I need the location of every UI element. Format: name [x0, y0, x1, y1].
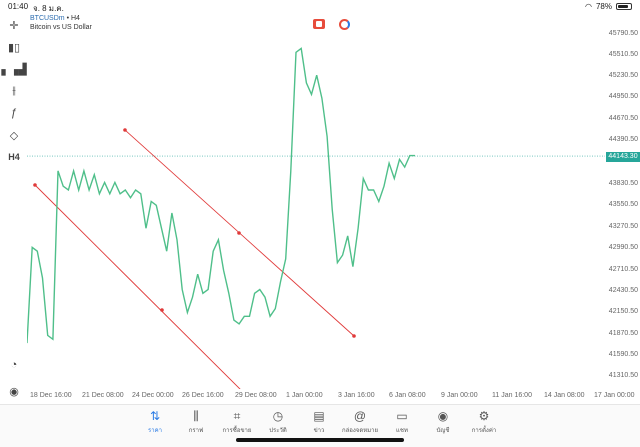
- price-line: [27, 47, 415, 344]
- trade-icon: ⌗: [233, 409, 241, 423]
- tab-trade[interactable]: ⌗ การซื้อขาย: [217, 409, 257, 439]
- time-label: 29 Dec 08:00: [235, 392, 277, 399]
- tab-label: ข่าว: [313, 428, 325, 434]
- trendline-anchor[interactable]: [352, 334, 356, 338]
- current-price-tag: 44143.30: [606, 152, 640, 162]
- price-chart[interactable]: [27, 14, 605, 389]
- price-label: 43830.50: [608, 180, 638, 187]
- tab-quotes[interactable]: ⇅ ราคา: [135, 409, 175, 439]
- tab-history[interactable]: ◷ ประวัติ: [258, 409, 298, 439]
- price-label: 42990.50: [608, 244, 638, 251]
- status-bar: 01:40 จ. 8 ม.ค. ◠ 78%: [0, 0, 640, 13]
- trendline-anchor[interactable]: [160, 308, 164, 312]
- price-label: 45510.50: [608, 51, 638, 58]
- price-label: 41870.50: [608, 330, 638, 337]
- price-label: 44950.50: [608, 93, 638, 100]
- price-label: 41590.50: [608, 351, 638, 358]
- tab-settings[interactable]: ⚙ การตั้งค่า: [464, 409, 504, 439]
- tab-chart[interactable]: ⫼ กราฟ: [176, 409, 216, 439]
- time-label: 14 Jan 08:00: [544, 392, 585, 399]
- status-right: ◠ 78%: [585, 2, 632, 11]
- tab-label: กล่องจดหมาย: [341, 428, 379, 434]
- price-label: 43270.50: [608, 223, 638, 230]
- price-label: 44670.50: [608, 115, 638, 122]
- wifi-icon: ◠: [585, 2, 592, 11]
- price-label: 45230.50: [608, 72, 638, 79]
- price-label: 42710.50: [608, 266, 638, 273]
- trendlines[interactable]: [33, 128, 356, 389]
- time-label: 24 Dec 00:00: [132, 392, 174, 399]
- trendline-anchor[interactable]: [237, 231, 241, 235]
- trade-panel-icon[interactable]: ◉: [5, 382, 23, 400]
- indicators-icon[interactable]: ▖▗▟: [1, 60, 26, 78]
- history-icon: ◷: [272, 409, 284, 423]
- time-label: 6 Jan 08:00: [389, 392, 426, 399]
- tab-mailbox[interactable]: @ กล่องจดหมาย: [340, 409, 380, 439]
- mailbox-icon: @: [353, 409, 367, 423]
- price-label: 45790.50: [608, 30, 638, 37]
- time-label: 3 Jan 16:00: [338, 392, 375, 399]
- left-toolbar: ✛ ▮▯ ▖▗▟ ⫲ ƒ ◇ H4 ◔ ◉: [0, 14, 27, 404]
- time-label: 26 Dec 16:00: [182, 392, 224, 399]
- account-icon: ◉: [437, 409, 449, 423]
- price-label: 43550.50: [608, 201, 638, 208]
- time-label: 1 Jan 00:00: [286, 392, 323, 399]
- tab-label: แชท: [396, 428, 408, 434]
- timeframe-button[interactable]: H4: [5, 148, 23, 166]
- battery-icon: [616, 3, 632, 10]
- battery-label: 78%: [595, 2, 612, 11]
- tab-label: การตั้งค่า: [471, 428, 497, 434]
- chat-icon: ▭: [396, 409, 408, 423]
- price-label: 41310.50: [608, 372, 638, 379]
- status-time: 01:40: [8, 2, 29, 11]
- time-axis: 18 Dec 16:00 21 Dec 08:00 24 Dec 00:00 26 D…: [27, 392, 634, 402]
- time-label: 11 Jan 16:00: [492, 392, 532, 399]
- tab-account[interactable]: ◉ บัญชี: [423, 409, 463, 439]
- time-label: 18 Dec 16:00: [30, 392, 72, 399]
- tab-chat[interactable]: ▭ แชท: [382, 409, 422, 439]
- time-label: 21 Dec 08:00: [82, 392, 124, 399]
- settings-icon: ⚙: [478, 409, 490, 423]
- quotes-icon: ⇅: [149, 409, 161, 423]
- shapes-icon[interactable]: ◇: [5, 126, 23, 144]
- tab-label: ราคา: [148, 428, 162, 434]
- price-label: 42150.50: [608, 308, 638, 315]
- tab-label: ประวัติ: [269, 428, 287, 434]
- home-indicator: [236, 438, 404, 442]
- trendline-anchor[interactable]: [123, 128, 127, 132]
- tab-label: บัญชี: [436, 428, 450, 434]
- function-icon[interactable]: ƒ: [5, 104, 23, 122]
- zoom-icon[interactable]: ◔: [5, 356, 23, 374]
- trendline-anchor[interactable]: [33, 183, 37, 187]
- time-label: 17 Jan 00:00: [594, 392, 635, 399]
- trendline-1[interactable]: [34, 184, 249, 389]
- tab-news[interactable]: ▤ ข่าว: [299, 409, 339, 439]
- price-label: 42430.50: [608, 287, 638, 294]
- tab-label: กราฟ: [188, 428, 204, 434]
- time-label: 9 Jan 00:00: [441, 392, 478, 399]
- objects-icon[interactable]: ⫲: [5, 82, 23, 100]
- crosshair-icon[interactable]: ✛: [5, 16, 23, 34]
- price-axis: 45790.50 45510.50 45230.50 44950.50 44670.50…: [605, 14, 640, 404]
- news-icon: ▤: [313, 409, 325, 423]
- chart-icon: ⫼: [193, 409, 199, 423]
- candlestick-icon[interactable]: ▮▯: [5, 38, 23, 56]
- tab-label: การซื้อขาย: [222, 428, 252, 434]
- price-label: 44390.50: [608, 136, 638, 143]
